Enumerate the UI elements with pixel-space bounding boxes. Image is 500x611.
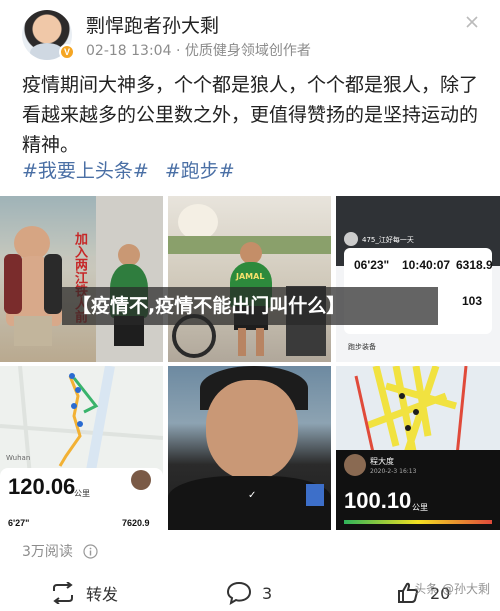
runner-name: 程大度 xyxy=(370,457,394,466)
brand-logo-icon: ✓ xyxy=(248,490,257,501)
screenshot-route-map[interactable]: Wuhan 120.06 公里 6'27" 7620.9 xyxy=(0,366,163,530)
close-icon[interactable] xyxy=(466,16,478,28)
stats-header: 475_江好每一天 xyxy=(362,236,414,244)
user-avatar-icon xyxy=(344,232,358,246)
post-header: V 剽悍跑者孙大剩 02-18 13:04 · 优质健身领域创作者 xyxy=(0,0,500,68)
photo-before[interactable]: 加入两江铁人前 xyxy=(0,196,163,362)
repost-icon xyxy=(53,582,73,604)
shirt-badge: JAMAL xyxy=(236,272,265,281)
screenshot-run-stats[interactable]: 475_江好每一天 06'23" 10:40:07 6318.9 103 跑步装… xyxy=(336,196,500,362)
run-distance: 100.10 xyxy=(344,488,412,513)
overlay-banner: 【疫情不,疫情不能出门叫什么】 xyxy=(62,287,438,325)
comment-count: 3 xyxy=(262,583,273,603)
map-location-label: Wuhan xyxy=(6,454,31,462)
distance-panel: 120.06 公里 6'27" 7620.9 xyxy=(0,468,163,530)
post-date: 02-18 13:04 xyxy=(86,43,172,59)
username[interactable]: 剽悍跑者孙大剩 xyxy=(86,11,219,38)
watermark: 头条 @孙大剩 xyxy=(414,582,490,596)
avg-pace: 6'27" xyxy=(8,518,30,528)
verified-badge-icon: V xyxy=(59,44,75,60)
gear-section-label: 跑步装备 xyxy=(348,343,376,351)
read-count: 3万阅读 xyxy=(22,541,98,563)
repost-button[interactable]: 转发 xyxy=(50,578,118,608)
tag-list: #我要上头条# #跑步# xyxy=(22,158,245,184)
pace-bar xyxy=(344,520,492,524)
time-value: 10:40:07 xyxy=(402,258,451,272)
photo-runner-indoor[interactable]: JAMAL xyxy=(168,196,331,362)
run-date: 2020-2-3 16:13 xyxy=(370,468,417,475)
post-text: 疫情期间大神多，个个都是狼人，个个都是狠人，除了看越来越多的公里数之外，更值得赞… xyxy=(22,74,479,156)
tag-headline[interactable]: #我要上头条# xyxy=(22,160,149,182)
read-count-text: 3万阅读 xyxy=(22,544,73,560)
comment-icon xyxy=(226,581,252,605)
run-distance-unit: 公里 xyxy=(412,503,428,512)
tag-running[interactable]: #跑步# xyxy=(165,160,235,182)
calorie-total: 7620.9 xyxy=(122,518,150,528)
user-avatar-icon xyxy=(131,470,151,490)
screenshot-heatmap[interactable]: 程大度 2020-2-3 16:13 100.10 公里 xyxy=(336,366,500,530)
pace-value: 06'23" xyxy=(354,258,390,272)
steps-value: 103 xyxy=(462,294,483,308)
photo-portrait[interactable]: ✓ xyxy=(168,366,331,530)
repost-label: 转发 xyxy=(86,585,119,604)
distance-unit: 公里 xyxy=(74,489,90,498)
comment-button[interactable]: 3 xyxy=(226,578,272,608)
post-meta: 02-18 13:04 · 优质健身领域创作者 xyxy=(86,43,311,59)
total-distance: 120.06 xyxy=(8,474,76,499)
user-avatar-icon xyxy=(344,454,366,476)
creator-badge: 优质健身领域创作者 xyxy=(184,43,311,59)
calories-value: 6318.9 xyxy=(456,258,493,272)
summary-panel: 程大度 2020-2-3 16:13 100.10 公里 xyxy=(336,450,500,530)
image-grid: 加入两江铁人前 JAMAL 475_江好每一天 06'23" 10:40:07 … xyxy=(0,196,500,530)
info-icon[interactable] xyxy=(83,544,98,563)
